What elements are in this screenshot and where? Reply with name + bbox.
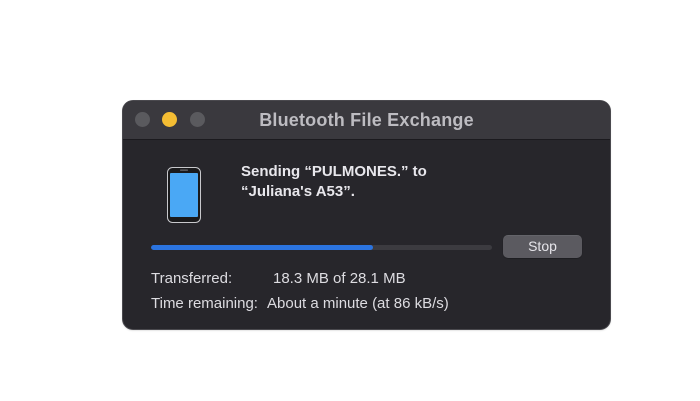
progress-bar <box>151 245 492 250</box>
time-remaining-value: About a minute (at 86 kB/s) <box>267 295 449 312</box>
transfer-message-line1: Sending “PULMONES.” to <box>241 163 427 180</box>
transferred-value: 18.3 MB of 28.1 MB <box>273 270 406 287</box>
transfer-message: Sending “PULMONES.” to “Juliana's A53”. <box>241 162 581 202</box>
phone-icon <box>167 167 201 223</box>
title-bar[interactable]: Bluetooth File Exchange <box>123 101 610 140</box>
bluetooth-transfer-window: Bluetooth File Exchange Sending “PULMONE… <box>123 101 610 329</box>
transferred-row: Transferred: 18.3 MB of 28.1 MB <box>151 270 406 287</box>
time-remaining-row: Time remaining: About a minute (at 86 kB… <box>151 295 449 312</box>
transfer-message-line2: “Juliana's A53”. <box>241 183 355 200</box>
time-remaining-label: Time remaining: <box>151 295 258 312</box>
stop-button[interactable]: Stop <box>503 235 582 258</box>
window-title: Bluetooth File Exchange <box>259 110 474 130</box>
transferred-label: Transferred: <box>151 270 233 287</box>
progress-bar-fill <box>151 245 373 250</box>
